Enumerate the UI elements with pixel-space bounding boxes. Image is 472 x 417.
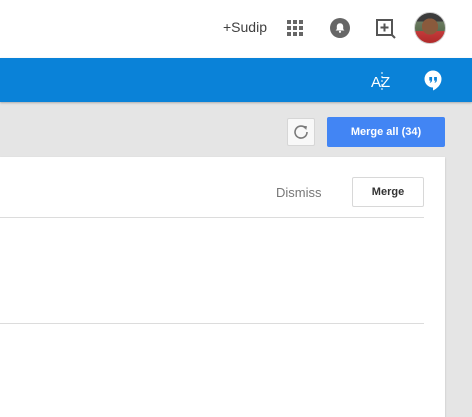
merge-all-button[interactable]: Merge all (34) [327,117,445,147]
user-plus-link[interactable]: +Sudip [223,19,267,35]
dismiss-button[interactable]: Dismiss [276,185,322,200]
add-share-icon[interactable] [375,17,397,39]
card-divider [0,217,424,218]
quote-bubble-icon[interactable] [422,69,444,91]
refresh-icon [294,125,308,139]
notifications-bell-icon[interactable] [330,18,350,38]
sort-az-icon[interactable]: AZ [371,70,393,92]
user-avatar[interactable] [414,12,446,44]
svg-text:AZ: AZ [371,74,390,91]
merge-button[interactable]: Merge [352,177,424,207]
app-toolbar [0,58,472,102]
apps-grid-icon[interactable] [287,20,303,36]
card-divider [0,323,424,324]
refresh-button[interactable] [287,118,315,146]
top-header: +Sudip [0,0,472,58]
